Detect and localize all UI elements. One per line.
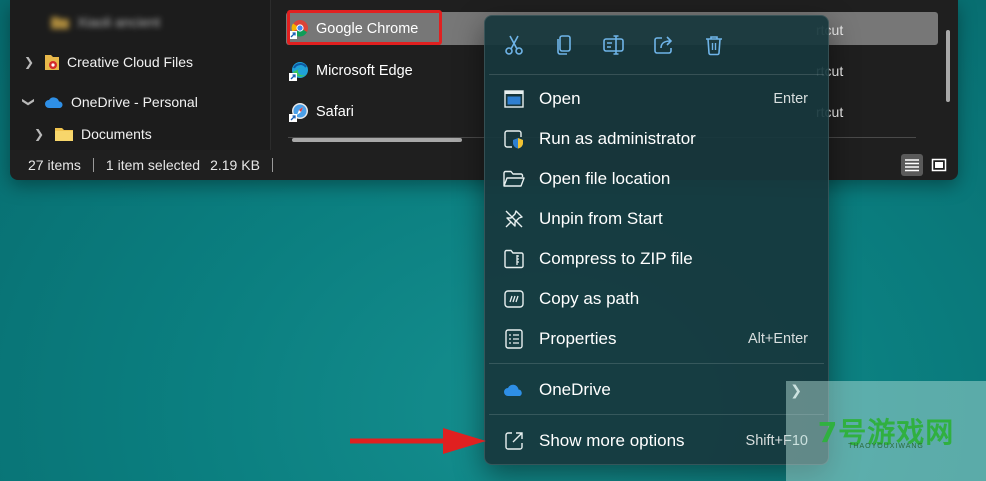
- navigation-pane: Xiaoli ancient ❯ Creative Cloud Files ❯ …: [10, 0, 270, 150]
- shortcut-text: Enter: [773, 91, 808, 107]
- menu-divider: [489, 363, 824, 364]
- copy-icon: [557, 35, 571, 55]
- menu-item-label: Properties: [539, 329, 617, 348]
- item-count: 27 items: [28, 157, 81, 173]
- quick-actions-bar: [485, 16, 828, 74]
- properties-icon: [503, 328, 525, 350]
- watermark-subtext: THAOYOUXIWANG: [848, 443, 924, 450]
- menu-item-label: OneDrive: [539, 380, 611, 399]
- shortcut-text: Alt+Enter: [747, 331, 808, 347]
- scissors-icon: [505, 35, 523, 55]
- onedrive-cloud-icon: [503, 379, 525, 401]
- large-icons-view-icon: [931, 158, 947, 172]
- onedrive-cloud-icon: [44, 95, 64, 109]
- nav-item-documents[interactable]: ❯ Documents: [32, 122, 152, 146]
- menu-item-open[interactable]: Open Enter: [489, 81, 824, 117]
- safari-shortcut-icon: [288, 101, 310, 123]
- menu-item-copy-as-path[interactable]: Copy as path: [489, 281, 824, 317]
- menu-item-open-file-location[interactable]: Open file location: [489, 161, 824, 197]
- details-view-button[interactable]: [901, 154, 923, 176]
- nav-item-blurred-folder[interactable]: Xiaoli ancient: [50, 10, 160, 34]
- status-separator: [92, 158, 94, 172]
- creative-cloud-folder-icon: [44, 53, 60, 71]
- show-more-icon: [503, 430, 525, 452]
- selection-count: 1 item selected: [105, 157, 201, 173]
- menu-divider: [489, 414, 824, 415]
- shield-window-icon: [503, 128, 525, 150]
- open-window-icon: [503, 88, 525, 110]
- menu-item-label: Show more options: [539, 431, 685, 450]
- status-separator: [271, 158, 273, 172]
- menu-item-label: Copy as path: [539, 289, 640, 308]
- red-arrow-icon: [350, 428, 486, 454]
- trash-icon: [706, 36, 722, 56]
- file-name: Safari: [316, 104, 354, 120]
- chevron-right-icon[interactable]: ❯: [22, 55, 36, 69]
- copy-path-icon: [503, 288, 525, 310]
- menu-item-unpin-from-start[interactable]: Unpin from Start: [489, 201, 824, 237]
- details-view-icon: [905, 159, 919, 172]
- delete-button[interactable]: [701, 32, 727, 58]
- edge-shortcut-icon: [288, 60, 310, 82]
- menu-item-label: Open: [539, 89, 581, 108]
- unpin-icon: [503, 208, 525, 230]
- rename-button[interactable]: [601, 32, 627, 58]
- file-name: Microsoft Edge: [316, 63, 413, 79]
- folder-icon: [50, 14, 70, 30]
- folder-open-icon: [503, 168, 525, 190]
- file-row-microsoft-edge[interactable]: Microsoft Edge: [288, 54, 413, 88]
- rename-icon: [603, 35, 624, 55]
- menu-item-label: Open file location: [539, 169, 671, 188]
- menu-item-onedrive[interactable]: OneDrive ❯: [489, 372, 824, 408]
- share-icon: [654, 36, 673, 54]
- menu-item-show-more-options[interactable]: Show more options Shift+F10: [489, 423, 824, 459]
- selection-size: 2.19 KB: [210, 157, 260, 173]
- menu-item-label: Compress to ZIP file: [539, 249, 693, 268]
- nav-item-label: Xiaoli ancient: [77, 14, 161, 30]
- large-icons-view-button[interactable]: [928, 154, 950, 176]
- file-row-safari[interactable]: Safari: [288, 95, 354, 129]
- nav-item-label: OneDrive - Personal: [71, 94, 198, 110]
- folder-icon: [54, 126, 74, 142]
- watermark: 7号游戏网 THAOYOUXIWANG: [786, 381, 986, 481]
- chevron-down-icon[interactable]: ❯: [22, 95, 36, 109]
- chevron-right-icon[interactable]: ❯: [32, 127, 46, 141]
- nav-item-label: Documents: [81, 126, 152, 142]
- nav-item-label: Creative Cloud Files: [67, 54, 194, 70]
- menu-item-label: Unpin from Start: [539, 209, 663, 228]
- copy-button[interactable]: [551, 32, 577, 58]
- menu-item-label: Run as administrator: [539, 129, 696, 148]
- menu-divider: [489, 74, 824, 75]
- share-button[interactable]: [651, 32, 677, 58]
- cut-button[interactable]: [501, 32, 527, 58]
- pane-divider: [270, 0, 271, 150]
- menu-item-properties[interactable]: Properties Alt+Enter: [489, 321, 824, 357]
- menu-item-run-as-administrator[interactable]: Run as administrator: [489, 121, 824, 157]
- zip-icon: [503, 248, 525, 270]
- menu-item-compress-to-zip[interactable]: Compress to ZIP file: [489, 241, 824, 277]
- horizontal-scrollbar[interactable]: [292, 138, 462, 142]
- red-highlight-box: [287, 10, 442, 45]
- context-menu: Open Enter Run as administrator Open fil…: [484, 15, 829, 465]
- vertical-scrollbar[interactable]: [946, 30, 950, 102]
- nav-item-onedrive-personal[interactable]: ❯ OneDrive - Personal: [22, 90, 198, 114]
- nav-item-creative-cloud[interactable]: ❯ Creative Cloud Files: [22, 50, 193, 74]
